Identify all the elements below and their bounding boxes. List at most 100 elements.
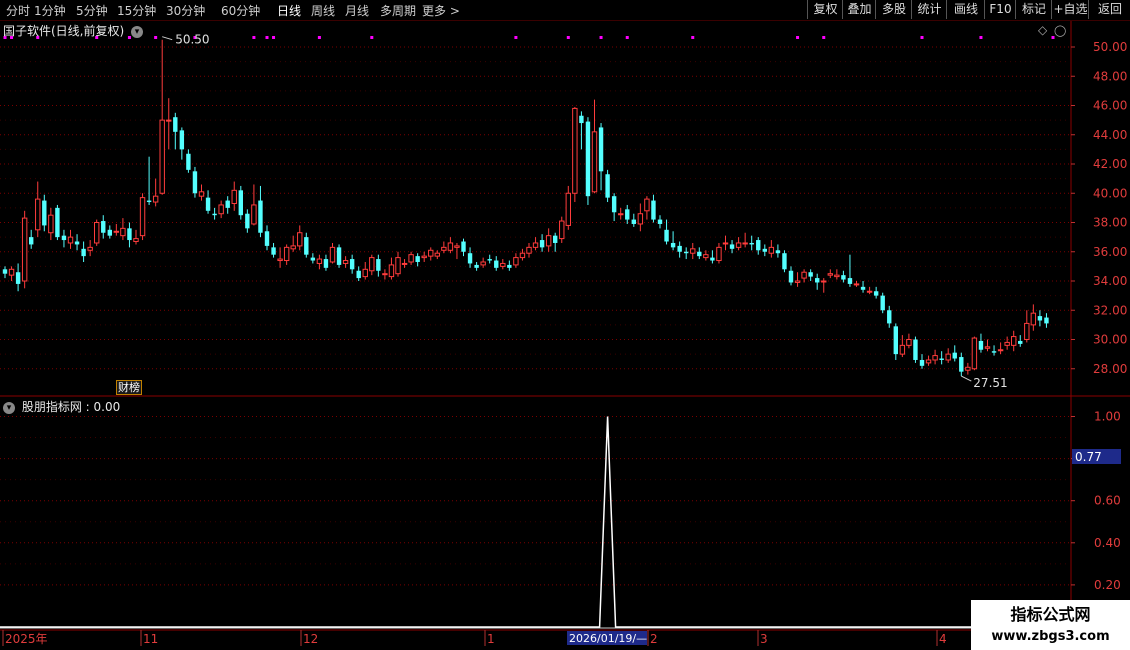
candle-body-down (598, 127, 604, 172)
signal-dot (252, 36, 256, 39)
candle-body-up (218, 204, 224, 215)
candle-body-up (139, 197, 146, 237)
candle-body-down (55, 207, 60, 238)
candle-body-down (775, 250, 781, 254)
candle-body-up (565, 192, 571, 226)
candle-body-up (283, 246, 290, 262)
candle-body-down (919, 359, 925, 366)
finance-badge[interactable]: 财榜 (116, 380, 142, 395)
watermark-title: 指标公式网 (1010, 605, 1091, 624)
main-panel-title: 国子软件(日线,前复权) ▾ (3, 22, 144, 39)
candle-body-down (651, 200, 656, 220)
candle-body-down (605, 174, 610, 198)
candle-body-down (127, 228, 132, 241)
candle-body-up (637, 213, 644, 225)
price-label: 28.00 (1093, 362, 1127, 376)
candle-body-down (1044, 317, 1049, 324)
candle-body-up (945, 353, 951, 361)
candle-body-up (703, 254, 709, 259)
indicator-label: 0.60 (1094, 494, 1121, 508)
candle-body-up (1030, 312, 1037, 326)
candle-body-down (631, 219, 636, 224)
candle-body-up (827, 273, 833, 276)
candle-body-up (768, 246, 775, 254)
candle-body-down (487, 259, 492, 261)
price-label: 36.00 (1093, 245, 1127, 259)
candle-body-up (388, 264, 395, 278)
price-label: 42.00 (1093, 157, 1127, 171)
candle-body-down (271, 247, 276, 255)
indicator-label: 0.40 (1094, 536, 1121, 550)
candle-body-up (120, 227, 126, 237)
candle-body-down (579, 115, 584, 124)
candle-body-down (205, 197, 211, 211)
candle-body-up (853, 283, 860, 286)
diamond-icon: ◇ (1038, 23, 1048, 37)
candle-body-down (873, 291, 879, 296)
candle-body-up (297, 232, 303, 247)
candle-body-down (15, 272, 21, 284)
candle-body-down (585, 121, 591, 197)
candle-body-up (899, 344, 906, 355)
candle-body-down (913, 339, 918, 360)
candle-body-down (212, 213, 217, 216)
candle-body-down (179, 130, 185, 150)
candle-body-down (841, 275, 846, 280)
time-label: 3 (760, 632, 768, 646)
candle-body-up (545, 235, 552, 247)
indicator-dropdown-icon[interactable]: ▾ (3, 402, 15, 414)
candle-body-down (474, 264, 479, 268)
indicator-cursor-value: 0.77 (1075, 450, 1102, 464)
candle-body-down (729, 244, 735, 249)
signal-dot (566, 36, 570, 39)
candle-body-up (591, 131, 598, 193)
high-price-label: 50.50 (175, 33, 209, 47)
candle-body-down (507, 264, 512, 268)
candle-body-down (788, 270, 794, 283)
candle-body-up (329, 246, 336, 263)
candle-body-down (710, 257, 715, 261)
candle-body-down (29, 237, 34, 245)
candle-body-down (611, 196, 617, 213)
signal-dot (599, 36, 603, 39)
candle-body-down (1037, 316, 1043, 321)
candle-body-up (441, 246, 447, 251)
candle-body-down (860, 286, 866, 290)
signal-dot (317, 36, 321, 39)
candle-body-down (186, 153, 191, 170)
candle-body-down (808, 272, 813, 277)
candle-body-down (74, 241, 80, 245)
candle-body-up (526, 246, 532, 254)
candle-body-up (984, 346, 991, 349)
candle-body-down (107, 229, 112, 236)
candle-body-down (2, 269, 8, 274)
candle-body-up (971, 337, 978, 370)
candle-body-up (251, 204, 257, 225)
indicator-label: 1.00 (1094, 410, 1121, 424)
title-dropdown-icon[interactable]: ▾ (131, 26, 144, 38)
candle-body-down (336, 247, 342, 265)
candle-body-down (657, 219, 663, 224)
price-label: 44.00 (1093, 128, 1127, 142)
candle-body-up (866, 290, 873, 293)
candle-body-up (21, 217, 28, 282)
candle-body-up (8, 268, 15, 276)
candle-body-down (952, 352, 957, 359)
candle-body-up (932, 355, 938, 361)
candle-body-up (277, 258, 283, 262)
candle-body-up (395, 257, 401, 275)
indicator-label: 0.20 (1094, 578, 1121, 592)
price-label: 50.00 (1093, 40, 1127, 54)
candle-body-up (401, 262, 408, 265)
candle-body-down (887, 310, 892, 324)
candle-body-up (722, 242, 729, 245)
candle-body-up (906, 339, 912, 346)
candle-body-up (821, 280, 827, 283)
candle-body-up (48, 214, 54, 234)
candle-body-down (978, 340, 984, 350)
candle-body-up (834, 274, 840, 278)
candle-body-down (539, 240, 545, 248)
high-marker-line (162, 36, 173, 41)
candle-body-down (356, 270, 361, 279)
zoom-icon: ◯ (1054, 24, 1066, 37)
